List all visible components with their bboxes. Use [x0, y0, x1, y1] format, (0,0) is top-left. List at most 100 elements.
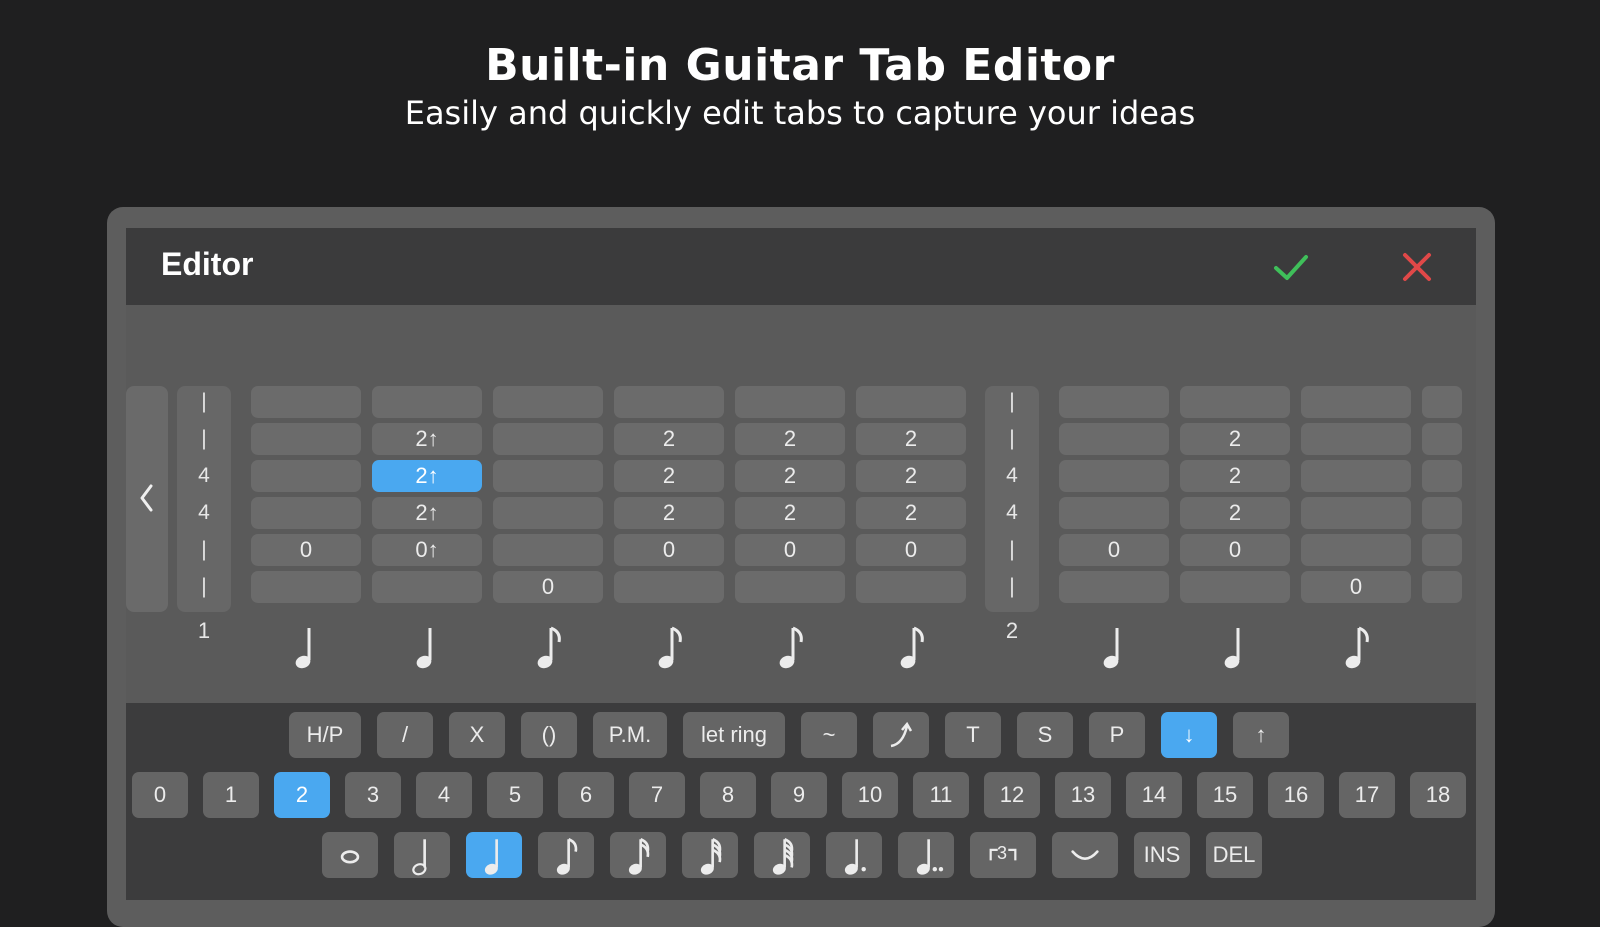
fret-key[interactable]: 3 — [345, 772, 401, 818]
duration-key[interactable]: DEL — [1206, 832, 1262, 878]
tab-cell[interactable] — [493, 534, 603, 566]
effect-key[interactable]: ~ — [801, 712, 857, 758]
tab-cell[interactable]: 2 — [1180, 423, 1290, 455]
tab-cell[interactable] — [493, 423, 603, 455]
fret-key[interactable]: 2 — [274, 772, 330, 818]
tab-cell[interactable] — [1180, 386, 1290, 418]
fret-key[interactable]: 13 — [1055, 772, 1111, 818]
tab-cell[interactable] — [735, 386, 845, 418]
fret-key[interactable]: 8 — [700, 772, 756, 818]
tab-cell[interactable] — [1301, 386, 1411, 418]
fret-key[interactable]: 6 — [558, 772, 614, 818]
fret-key[interactable]: 10 — [842, 772, 898, 818]
tab-cell[interactable] — [1059, 423, 1169, 455]
tab-cell[interactable]: 2 — [735, 497, 845, 529]
duration-key[interactable] — [898, 832, 954, 878]
effect-key[interactable]: S — [1017, 712, 1073, 758]
tab-cell[interactable]: 2 — [856, 497, 966, 529]
duration-key[interactable] — [682, 832, 738, 878]
fret-key[interactable]: 1 — [203, 772, 259, 818]
tab-cell[interactable]: 2 — [614, 460, 724, 492]
tab-cell[interactable]: 2↑ — [372, 497, 482, 529]
tab-cell[interactable]: 2 — [735, 460, 845, 492]
tab-cell[interactable] — [1059, 460, 1169, 492]
duration-key[interactable] — [322, 832, 378, 878]
tab-cell[interactable] — [856, 571, 966, 603]
duration-key[interactable] — [394, 832, 450, 878]
tab-cell[interactable]: 2 — [856, 423, 966, 455]
duration-key[interactable]: INS — [1134, 832, 1190, 878]
tab-cell[interactable] — [1180, 571, 1290, 603]
tab-cell[interactable]: 2↑ — [372, 423, 482, 455]
effect-key[interactable]: / — [377, 712, 433, 758]
effect-key[interactable]: T — [945, 712, 1001, 758]
tab-cell[interactable]: 0 — [493, 571, 603, 603]
tab-cell[interactable] — [1422, 386, 1462, 418]
tab-cell[interactable]: 2 — [614, 497, 724, 529]
tab-cell[interactable] — [372, 571, 482, 603]
tab-cell[interactable] — [1301, 497, 1411, 529]
tab-cell[interactable]: 0 — [614, 534, 724, 566]
tab-cell[interactable]: 0 — [1180, 534, 1290, 566]
duration-key[interactable] — [466, 832, 522, 878]
confirm-button[interactable] — [1266, 242, 1316, 292]
tab-cell[interactable]: 0 — [1301, 571, 1411, 603]
tab-cell[interactable] — [251, 423, 361, 455]
effect-key[interactable]: let ring — [683, 712, 785, 758]
tab-cell[interactable] — [1422, 534, 1462, 566]
effect-key[interactable]: H/P — [289, 712, 361, 758]
effect-key[interactable] — [873, 712, 929, 758]
previous-measure-button[interactable] — [126, 386, 168, 612]
tab-cell[interactable] — [493, 386, 603, 418]
tab-cell[interactable]: 2 — [1180, 460, 1290, 492]
tab-cell[interactable] — [856, 386, 966, 418]
tab-cell[interactable] — [614, 386, 724, 418]
fret-key[interactable]: 0 — [132, 772, 188, 818]
tab-cell[interactable]: 0 — [735, 534, 845, 566]
tab-cell[interactable]: 2 — [735, 423, 845, 455]
duration-key[interactable] — [754, 832, 810, 878]
effect-key[interactable]: X — [449, 712, 505, 758]
duration-key[interactable] — [538, 832, 594, 878]
tab-cell[interactable] — [251, 460, 361, 492]
duration-key[interactable] — [610, 832, 666, 878]
effect-key[interactable]: ↑ — [1233, 712, 1289, 758]
fret-key[interactable]: 11 — [913, 772, 969, 818]
effect-key[interactable]: () — [521, 712, 577, 758]
duration-key[interactable] — [1052, 832, 1118, 878]
tab-cell[interactable] — [1301, 460, 1411, 492]
tab-cell[interactable] — [1422, 571, 1462, 603]
fret-key[interactable]: 7 — [629, 772, 685, 818]
duration-key[interactable]: 3 — [970, 832, 1036, 878]
tab-cell[interactable] — [251, 386, 361, 418]
tab-cell[interactable]: 0 — [1059, 534, 1169, 566]
fret-key[interactable]: 17 — [1339, 772, 1395, 818]
tab-cell[interactable] — [1059, 497, 1169, 529]
tab-cell[interactable] — [1422, 497, 1462, 529]
tab-cell[interactable]: 2 — [1180, 497, 1290, 529]
tab-cell[interactable] — [1059, 386, 1169, 418]
fret-key[interactable]: 9 — [771, 772, 827, 818]
tab-cell[interactable]: 2↑ — [372, 460, 482, 492]
tab-cell[interactable] — [1301, 423, 1411, 455]
tab-cell[interactable] — [372, 386, 482, 418]
fret-key[interactable]: 15 — [1197, 772, 1253, 818]
tab-cell[interactable] — [735, 571, 845, 603]
fret-key[interactable]: 5 — [487, 772, 543, 818]
tab-cell[interactable] — [493, 460, 603, 492]
fret-key[interactable]: 4 — [416, 772, 472, 818]
tab-cell[interactable] — [251, 571, 361, 603]
close-button[interactable] — [1392, 242, 1442, 292]
tab-cell[interactable] — [1301, 534, 1411, 566]
tab-cell[interactable]: 0 — [856, 534, 966, 566]
tab-cell[interactable]: 0↑ — [372, 534, 482, 566]
tab-cell[interactable] — [251, 497, 361, 529]
fret-key[interactable]: 14 — [1126, 772, 1182, 818]
duration-key[interactable] — [826, 832, 882, 878]
tab-cell[interactable]: 2 — [856, 460, 966, 492]
effect-key[interactable]: P — [1089, 712, 1145, 758]
tab-cell[interactable]: 0 — [251, 534, 361, 566]
fret-key[interactable]: 16 — [1268, 772, 1324, 818]
tab-cell[interactable] — [493, 497, 603, 529]
tab-cell[interactable] — [614, 571, 724, 603]
